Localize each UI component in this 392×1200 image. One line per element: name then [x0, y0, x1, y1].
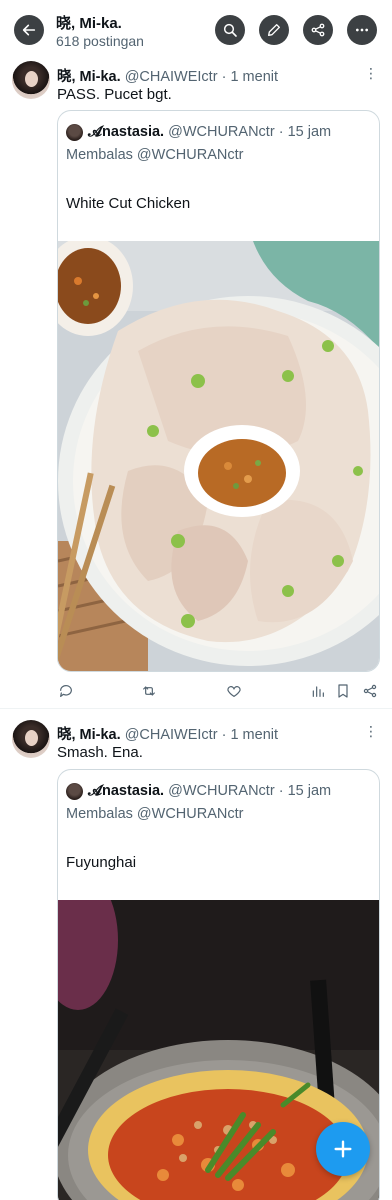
analytics-icon [312, 686, 324, 697]
tweet-text: Smash. Ena. [57, 744, 143, 761]
views-button[interactable] [309, 682, 327, 700]
bookmark-icon [338, 684, 348, 698]
back-button[interactable] [14, 15, 44, 45]
like-button[interactable] [225, 682, 243, 700]
author-handle[interactable]: @CHAIWEIctr [125, 727, 218, 743]
edit-button[interactable] [259, 15, 289, 45]
quote-text: White Cut Chicken [66, 195, 191, 212]
quote-timestamp: 15 jam [287, 783, 332, 799]
quote-header: 𝓐nastasia. @WCHURANctr · 15 jam [88, 124, 331, 140]
share-icon [363, 684, 377, 698]
profile-name: 晓, Mi-ka. [56, 15, 122, 32]
reply-mention[interactable]: @WCHURANctr [137, 147, 244, 163]
quote-header: 𝓐nastasia. @WCHURANctr · 15 jam [88, 783, 331, 799]
quoted-tweet[interactable]: 𝓐nastasia. @WCHURANctr · 15 jam Membalas… [57, 110, 380, 672]
reply-context: Membalas @WCHURANctr [66, 147, 243, 163]
tweet[interactable]: 晓, Mi-ka. @CHAIWEIctr · 1 menit ⋮ PASS. … [0, 58, 392, 708]
separator-dot: · [221, 727, 227, 743]
reply-icon [60, 685, 72, 697]
reply-button[interactable] [57, 682, 75, 700]
share-button[interactable] [303, 15, 333, 45]
tweet-header: 晓, Mi-ka. @CHAIWEIctr · 1 menit [57, 65, 278, 86]
compose-button[interactable] [316, 1122, 370, 1176]
quote-avatar[interactable] [66, 124, 83, 141]
author-name[interactable]: 晓, Mi-ka. [57, 69, 121, 85]
reply-context: Membalas @WCHURANctr [66, 806, 243, 822]
tweet-more-icon[interactable]: ⋮ [364, 65, 378, 81]
avatar[interactable] [12, 61, 50, 99]
timestamp[interactable]: 1 menit [230, 727, 278, 743]
author-handle[interactable]: @CHAIWEIctr [125, 69, 218, 85]
quote-author-handle: @WCHURANctr [168, 124, 275, 140]
chicken-image [58, 241, 379, 671]
tweet-text: PASS. Pucet bgt. [57, 86, 172, 103]
more-button[interactable] [347, 15, 377, 45]
separator-dot: · [278, 124, 284, 140]
author-name[interactable]: 晓, Mi-ka. [57, 727, 121, 743]
quote-author-handle: @WCHURANctr [168, 783, 275, 799]
reply-prefix: Membalas [66, 147, 133, 163]
back-arrow-icon [22, 24, 36, 36]
bookmark-button[interactable] [334, 682, 352, 700]
quote-author-name: 𝓐nastasia. [88, 783, 165, 799]
search-icon [223, 23, 237, 37]
retweet-icon [143, 686, 155, 696]
quote-avatar[interactable] [66, 783, 83, 800]
more-icon [356, 28, 368, 32]
reply-mention[interactable]: @WCHURANctr [137, 806, 244, 822]
tweet-more-icon[interactable]: ⋮ [364, 723, 378, 739]
profile-header: 晓, Mi-ka. 618 postingan [0, 0, 392, 60]
reply-prefix: Membalas [66, 806, 133, 822]
search-button[interactable] [215, 15, 245, 45]
retweet-button[interactable] [140, 682, 158, 700]
heart-icon [227, 686, 241, 697]
post-count: 618 postingan [56, 33, 144, 49]
separator-dot: · [221, 69, 227, 85]
edit-icon [268, 24, 280, 36]
quote-text: Fuyunghai [66, 854, 137, 871]
quote-author-name: 𝓐nastasia. [88, 124, 165, 140]
chicken-photo[interactable] [58, 241, 379, 671]
timestamp[interactable]: 1 menit [230, 69, 278, 85]
share-post-button[interactable] [361, 682, 379, 700]
share-icon [311, 23, 325, 37]
avatar[interactable] [12, 720, 50, 758]
separator-dot: · [278, 783, 284, 799]
tweet-header: 晓, Mi-ka. @CHAIWEIctr · 1 menit [57, 723, 278, 744]
tweet-actions [57, 682, 380, 702]
divider [0, 708, 392, 709]
quote-timestamp: 15 jam [287, 124, 332, 140]
plus-icon [334, 1140, 352, 1158]
